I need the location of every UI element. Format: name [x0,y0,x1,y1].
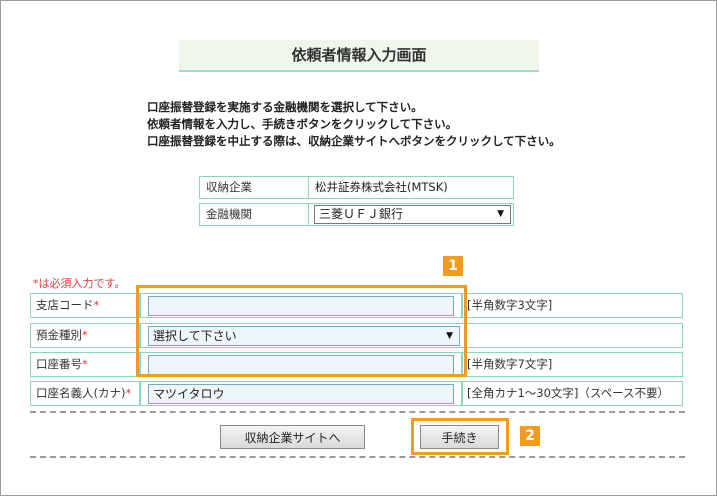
bank-select-value: 三菱ＵＦＪ銀行 [319,207,404,221]
back-to-company-site-button[interactable]: 収納企業サイトへ [220,425,365,449]
instructions: 口座振替登録を実施する金融機関を選択して下さい。 依頼者情報を入力し、手続きボタ… [147,99,667,150]
account-name-label-text: 口座名義人(カナ) [36,386,126,400]
instruction-line-1: 口座振替登録を実施する金融機関を選択して下さい。 [147,100,423,114]
branch-code-label-text: 支店コード [36,298,94,312]
bank-cell: 三菱ＵＦＪ銀行 ▼ [308,203,514,226]
account-type-label: 預金種別* [30,323,140,348]
step-badge-2: 2 [520,426,540,446]
account-number-hint: [半角数字7文字] [462,352,683,377]
account-name-cell: マツイタロウ [140,381,462,406]
highlight-box-1 [136,285,467,377]
proceed-button[interactable]: 手続き [420,425,499,449]
account-name-hint: [全角カナ1～30文字]（スペース不要） [462,381,683,406]
bank-label: 金融機関 [199,203,309,226]
page-frame [0,0,717,496]
required-note: *は必須入力です。 [33,277,126,290]
account-name-input[interactable]: マツイタロウ [148,384,454,404]
required-mark: * [82,357,88,371]
company-label: 収納企業 [199,176,309,199]
required-mark: * [82,328,88,342]
separator-bottom [30,456,685,458]
company-value: 松井証券株式会社(MTSK) [308,176,514,199]
account-name-label: 口座名義人(カナ)* [30,381,140,406]
branch-code-label: 支店コード* [30,293,140,318]
page-title: 依頼者情報入力画面 [179,40,539,72]
instruction-line-3: 口座振替登録を中止する際は、収納企業サイトへボタンをクリックして下さい。 [147,134,561,148]
branch-code-hint: [半角数字3文字] [462,293,683,318]
separator-top [30,411,685,413]
dropdown-arrow-icon: ▼ [497,209,504,219]
account-type-label-text: 預金種別 [36,328,82,342]
instruction-line-2: 依頼者情報を入力し、手続きボタンをクリックして下さい。 [147,117,458,131]
account-number-label-text: 口座番号 [36,357,82,371]
required-mark: * [93,298,100,312]
required-mark: * [125,386,132,400]
account-number-label: 口座番号* [30,352,140,377]
step-badge-1: 1 [443,256,463,276]
bank-select[interactable]: 三菱ＵＦＪ銀行 ▼ [314,205,511,224]
